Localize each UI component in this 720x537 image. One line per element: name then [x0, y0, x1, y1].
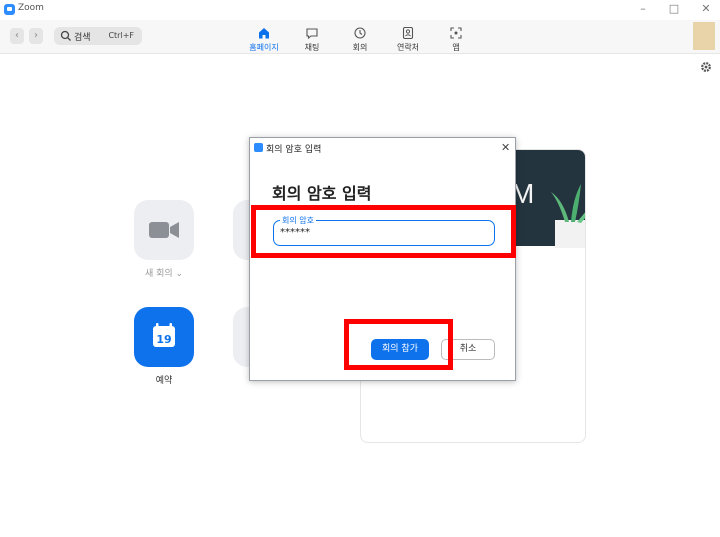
dialog-title: 회의 암호 입력 [266, 145, 322, 155]
zoom-logo-icon [4, 4, 15, 15]
tab-apps-label: 앱 [452, 43, 460, 52]
highlight-password-field [251, 205, 516, 258]
calendar-icon: 19 [153, 323, 175, 347]
chevron-right-icon: › [34, 30, 38, 41]
chevron-down-icon: ⌄ [175, 269, 184, 279]
chevron-left-icon: ‹ [15, 30, 19, 41]
search-box[interactable]: 검색 Ctrl+F [54, 27, 142, 45]
search-shortcut: Ctrl+F [108, 31, 134, 40]
forward-button[interactable]: › [29, 28, 43, 44]
tab-contacts-label: 연락처 [396, 43, 420, 52]
zoom-logo-icon [254, 143, 263, 152]
close-icon[interactable]: ✕ [501, 141, 510, 154]
close-icon[interactable]: ✕ [699, 2, 713, 15]
plant-icon [551, 184, 585, 248]
dialog-heading: 회의 암호 입력 [272, 184, 372, 203]
search-icon [60, 30, 71, 41]
apps-icon [450, 27, 462, 39]
maximize-icon[interactable]: □ [667, 2, 681, 15]
tab-meetings[interactable]: 회의 [335, 26, 385, 53]
contacts-icon [402, 26, 414, 40]
home-icon [259, 28, 269, 39]
schedule-tile[interactable]: 19 [134, 307, 194, 367]
back-button[interactable]: ‹ [10, 28, 24, 44]
avatar[interactable] [693, 22, 715, 50]
new-meeting-tile[interactable] [134, 200, 194, 260]
new-meeting-label[interactable]: 새 회의 ⌄ [124, 266, 204, 279]
calendar-date: 19 [156, 333, 171, 346]
tab-home[interactable]: 홈페이지 [239, 26, 289, 53]
schedule-label[interactable]: 예약 [124, 373, 204, 386]
tab-contacts[interactable]: 연락처 [383, 26, 433, 53]
tab-chat[interactable]: 채팅 [287, 26, 337, 53]
title-bar: Zoom – □ ✕ [0, 0, 720, 20]
tab-home-label: 홈페이지 [249, 43, 279, 52]
gear-icon[interactable] [700, 61, 712, 73]
window-title: Zoom [18, 3, 44, 13]
clock-icon [354, 27, 366, 39]
tab-apps[interactable]: 앱 [431, 26, 481, 53]
tab-meetings-label: 회의 [352, 43, 368, 52]
video-camera-icon [149, 222, 179, 238]
toolbar: ‹ › 검색 Ctrl+F 홈페이지 채팅 회의 연락처 앱 [0, 20, 720, 54]
search-label: 검색 [74, 33, 91, 43]
chat-icon [306, 28, 318, 40]
tab-chat-label: 채팅 [304, 43, 320, 52]
minimize-icon[interactable]: – [636, 2, 650, 15]
highlight-join-button [344, 319, 453, 370]
